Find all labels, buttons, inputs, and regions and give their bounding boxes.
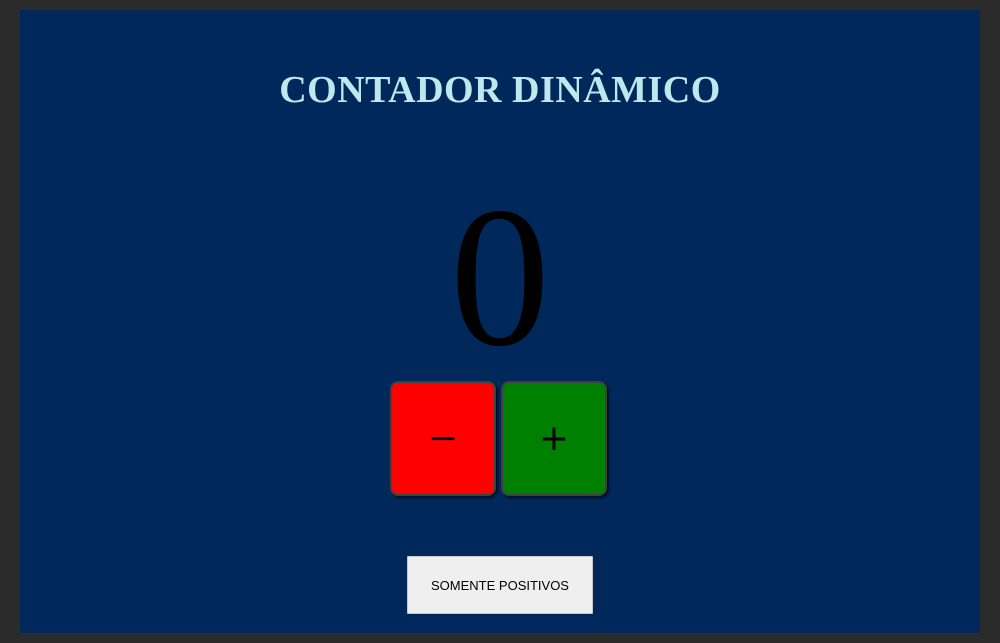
minus-icon: − (427, 417, 459, 459)
decrement-button[interactable]: − (390, 381, 496, 496)
positive-only-button[interactable]: SOMENTE POSITIVOS (407, 556, 593, 614)
counter-value: 0 (450, 167, 550, 388)
increment-button[interactable]: + (501, 381, 607, 496)
app-panel: CONTADOR DINÂMICO 0 − + SOMENTE POSITIVO… (20, 10, 980, 633)
counter-buttons: − + (390, 381, 610, 496)
plus-icon: + (538, 417, 570, 459)
page-title: CONTADOR DINÂMICO (279, 69, 721, 111)
